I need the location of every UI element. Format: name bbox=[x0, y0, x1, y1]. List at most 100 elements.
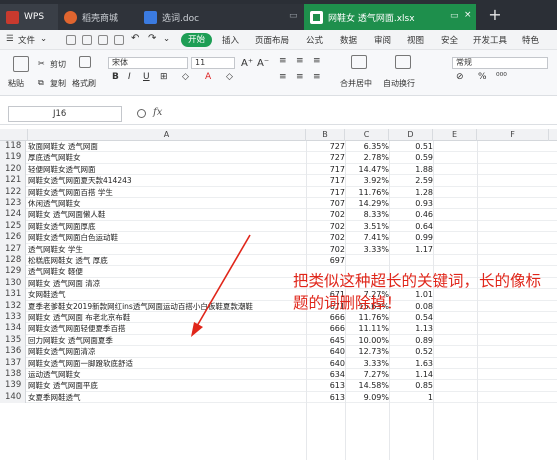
cell-ratio[interactable]: 0.52 bbox=[389, 346, 433, 357]
currency-icon[interactable]: ⊘ bbox=[456, 72, 464, 82]
menu-formulas[interactable]: 公式 bbox=[306, 34, 323, 46]
percent-icon[interactable]: % bbox=[478, 72, 487, 82]
cell-keyword[interactable]: 厚底透气网鞋女 bbox=[28, 152, 306, 163]
column-header-d[interactable]: D bbox=[389, 129, 433, 141]
cell-ratio[interactable]: 2.59 bbox=[389, 175, 433, 186]
paste-button-label[interactable]: 粘贴 bbox=[8, 78, 24, 89]
table-row[interactable]: 137 网鞋女透气网面一脚蹬软底舒适 640 3.33% 1.63 bbox=[0, 357, 557, 369]
increase-font-icon[interactable]: A⁺ bbox=[241, 58, 253, 69]
print-icon[interactable] bbox=[82, 35, 92, 45]
cell-ratio[interactable]: 1.13 bbox=[389, 323, 433, 334]
menu-start[interactable]: 开始 bbox=[181, 33, 212, 47]
wrap-text-icon[interactable] bbox=[395, 55, 411, 69]
cell-rate[interactable]: 8.33% bbox=[345, 209, 389, 220]
cell-search-volume[interactable]: 702 bbox=[306, 221, 345, 232]
tab-monitor-icon[interactable]: ▭ bbox=[450, 11, 459, 21]
menu-file[interactable]: 文件 bbox=[18, 34, 35, 46]
cell-rate[interactable]: 3.51% bbox=[345, 221, 389, 232]
column-header-f[interactable]: F bbox=[477, 129, 549, 141]
scissors-icon[interactable]: ✂ bbox=[38, 59, 45, 68]
copy-icon[interactable]: ⧉ bbox=[38, 78, 44, 88]
row-number[interactable]: 135 bbox=[0, 334, 26, 347]
column-header-c[interactable]: C bbox=[345, 129, 389, 141]
cell-rate[interactable]: 7.41% bbox=[345, 232, 389, 243]
font-name-select[interactable]: 宋体 bbox=[108, 57, 188, 69]
cell-ratio[interactable]: 1.14 bbox=[389, 369, 433, 380]
align-left-icon[interactable]: ≡ bbox=[279, 72, 287, 82]
align-bottom-icon[interactable]: ≡ bbox=[313, 56, 321, 66]
cell-search-volume[interactable]: 727 bbox=[306, 141, 345, 152]
row-number[interactable]: 127 bbox=[0, 243, 26, 255]
table-row[interactable]: 125 网鞋女透气网面厚底 702 3.51% 0.64 bbox=[0, 220, 557, 233]
column-header-e[interactable]: E bbox=[433, 129, 477, 141]
cell-ratio[interactable]: 1.17 bbox=[389, 244, 433, 255]
table-row[interactable]: 140 女夏季网鞋透气 613 9.09% 1 bbox=[0, 391, 557, 404]
cell-rate[interactable]: 6.35% bbox=[345, 141, 389, 152]
table-row[interactable]: 136 网鞋女透气网面清凉 640 12.73% 0.52 bbox=[0, 346, 557, 358]
align-right-icon[interactable]: ≡ bbox=[313, 72, 321, 82]
cell-keyword[interactable]: 运动透气网鞋女 bbox=[28, 369, 306, 380]
cell-search-volume[interactable]: 702 bbox=[306, 232, 345, 243]
row-number[interactable]: 131 bbox=[0, 289, 26, 301]
cell-keyword[interactable]: 网鞋女 透气网面 布老北京布鞋 bbox=[28, 312, 306, 323]
cell-keyword[interactable]: 透气网鞋女 軽便 bbox=[28, 266, 306, 277]
table-row[interactable]: 139 网鞋女 透气网面平底 613 14.58% 0.85 bbox=[0, 380, 557, 392]
table-row[interactable]: 135 回力网鞋女 透气网面夏季 645 10.00% 0.89 bbox=[0, 334, 557, 347]
paste-icon[interactable] bbox=[13, 56, 29, 72]
cell-keyword[interactable]: 夏季老爹鞋女2019新款网红ins透气网面运动百搭小白板鞋夏款潮鞋 bbox=[28, 301, 306, 312]
table-row[interactable]: 126 网鞋女透气网面白色运动鞋 702 7.41% 0.99 bbox=[0, 232, 557, 244]
menu-view[interactable]: 视图 bbox=[407, 34, 424, 46]
format-painter-button[interactable]: 格式刷 bbox=[72, 78, 96, 89]
row-number[interactable]: 126 bbox=[0, 232, 26, 244]
cell-rate[interactable]: 14.47% bbox=[345, 164, 389, 175]
cell-search-volume[interactable]: 717 bbox=[306, 164, 345, 175]
fx-icon[interactable]: fx bbox=[153, 107, 162, 118]
cell-search-volume[interactable]: 707 bbox=[306, 198, 345, 209]
cell-keyword[interactable]: 女网鞋透气 bbox=[28, 289, 306, 300]
row-number[interactable]: 133 bbox=[0, 312, 26, 324]
row-number[interactable]: 125 bbox=[0, 220, 26, 233]
menu-review[interactable]: 审阅 bbox=[374, 34, 391, 46]
cell-search-volume[interactable]: 613 bbox=[306, 392, 345, 403]
row-number[interactable]: 137 bbox=[0, 357, 26, 369]
menu-developer[interactable]: 开发工具 bbox=[473, 34, 507, 46]
fill-color-icon[interactable]: ◇ bbox=[182, 72, 189, 82]
row-number[interactable]: 138 bbox=[0, 369, 26, 381]
menu-security[interactable]: 安全 bbox=[441, 34, 458, 46]
align-top-icon[interactable]: ≡ bbox=[279, 56, 287, 66]
tab-docer-mall[interactable]: 稻壳商城 bbox=[58, 4, 138, 30]
cell-search-volume[interactable]: 717 bbox=[306, 187, 345, 198]
format-painter-icon[interactable] bbox=[79, 56, 91, 68]
cell-rate[interactable]: 11.76% bbox=[345, 187, 389, 198]
cell-keyword[interactable]: 网鞋女透气网面厚底 bbox=[28, 221, 306, 232]
cell-search-volume[interactable]: 717 bbox=[306, 175, 345, 186]
row-number[interactable]: 129 bbox=[0, 266, 26, 278]
cell-rate[interactable]: 12.73% bbox=[345, 346, 389, 357]
cell-keyword[interactable]: 网鞋女 透气网面 清凉 bbox=[28, 278, 306, 289]
cell-search-volume[interactable]: 702 bbox=[306, 244, 345, 255]
align-middle-icon[interactable]: ≡ bbox=[296, 56, 304, 66]
cell-keyword[interactable]: 女夏季网鞋透气 bbox=[28, 392, 306, 403]
formula-input[interactable] bbox=[176, 107, 546, 121]
italic-icon[interactable]: I bbox=[128, 72, 131, 82]
decrease-font-icon[interactable]: A⁻ bbox=[257, 58, 269, 69]
merge-center-button[interactable]: 合并居中 bbox=[340, 78, 372, 89]
table-row[interactable]: 120 轻便网鞋女透气网面 717 14.47% 1.88 bbox=[0, 163, 557, 176]
cell-rate[interactable]: 3.33% bbox=[345, 244, 389, 255]
cell-keyword[interactable]: 网鞋女 透气网面懒人鞋 bbox=[28, 209, 306, 220]
zoom-icon[interactable] bbox=[137, 109, 146, 118]
select-all-corner[interactable] bbox=[0, 129, 28, 141]
cell-search-volume[interactable]: 634 bbox=[306, 369, 345, 380]
row-number[interactable]: 136 bbox=[0, 346, 26, 358]
row-number[interactable]: 123 bbox=[0, 198, 26, 210]
table-row[interactable]: 123 休闲透气网鞋女 707 14.29% 0.93 bbox=[0, 198, 557, 210]
cell-keyword[interactable]: 网鞋女透气网面一脚蹬软底舒适 bbox=[28, 358, 306, 369]
table-row[interactable]: 134 网鞋女透气网面轻便夏季百搭 666 11.11% 1.13 bbox=[0, 323, 557, 335]
print-preview-icon[interactable] bbox=[98, 35, 108, 45]
cell-rate[interactable]: 14.29% bbox=[345, 198, 389, 209]
cell-ratio[interactable]: 0.59 bbox=[389, 152, 433, 163]
cell-keyword[interactable]: 松糕底网鞋女 透气 厚底 bbox=[28, 255, 306, 266]
align-center-icon[interactable]: ≡ bbox=[296, 72, 304, 82]
cell-ratio[interactable]: 0.64 bbox=[389, 221, 433, 232]
cell-search-volume[interactable]: 697 bbox=[306, 255, 345, 266]
